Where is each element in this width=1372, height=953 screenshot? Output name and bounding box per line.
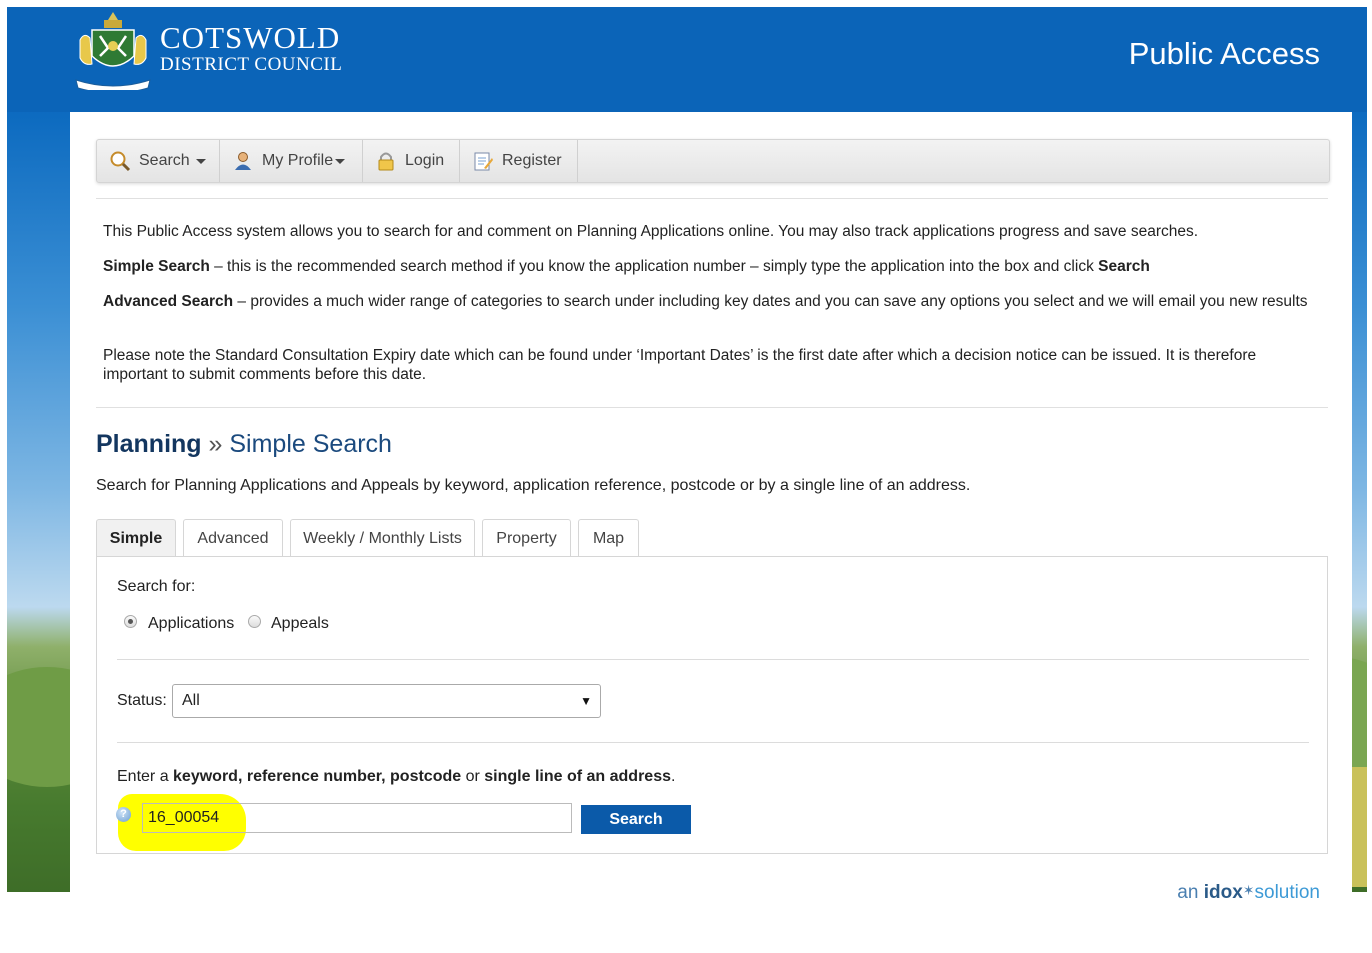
intro-p2-text: – this is the recommended search method …: [209, 258, 1099, 275]
radio-appeals-label[interactable]: Appeals: [271, 615, 329, 633]
nav-search[interactable]: Search: [97, 140, 220, 182]
nav-register[interactable]: Register: [460, 140, 578, 182]
register-form-icon: [474, 152, 493, 171]
status-select[interactable]: All ▼: [172, 684, 601, 718]
kw-end: .: [670, 768, 676, 785]
intro-paragraph-2: Simple Search – this is the recommended …: [103, 257, 1313, 276]
council-crest-logo[interactable]: [74, 10, 152, 94]
nav-register-label: Register: [502, 152, 562, 169]
kw-prefix: Enter a: [117, 768, 174, 785]
intro-paragraph-3: Advanced Search – provides a much wider …: [103, 292, 1313, 311]
status-label: Status:: [117, 692, 167, 709]
radio-applications[interactable]: [124, 615, 137, 628]
advanced-search-term: Advanced Search: [103, 293, 234, 310]
nav-login[interactable]: Login: [363, 140, 460, 182]
divider: [117, 742, 1309, 743]
radio-appeals[interactable]: [248, 615, 261, 628]
search-button[interactable]: Search: [581, 805, 691, 834]
tab-property[interactable]: Property: [482, 519, 571, 557]
padlock-icon: [378, 152, 394, 171]
page-description: Search for Planning Applications and App…: [96, 477, 971, 494]
radio-applications-label[interactable]: Applications: [148, 615, 234, 633]
breadcrumb-separator: »: [208, 430, 223, 458]
simple-search-term: Simple Search: [103, 258, 210, 275]
nav-my-profile[interactable]: My Profile: [220, 140, 363, 182]
divider: [96, 407, 1328, 408]
tab-simple[interactable]: Simple: [96, 519, 176, 557]
idox-an: an: [1177, 882, 1204, 903]
search-term: Search: [1098, 258, 1150, 275]
dropdown-arrow-icon: ▼: [580, 694, 592, 708]
chevron-down-icon: [195, 158, 206, 164]
tab-advanced[interactable]: Advanced: [183, 519, 283, 557]
divider: [117, 659, 1309, 660]
simple-search-form: Search for: Applications Appeals Status:…: [96, 556, 1328, 854]
keyword-instructions: Enter a keyword, reference number, postc…: [117, 768, 675, 786]
kw-comma-1: ,: [237, 768, 247, 785]
tab-weekly-monthly-lists[interactable]: Weekly / Monthly Lists: [290, 519, 475, 557]
kw-or: or: [461, 768, 485, 785]
idox-solution: solution: [1254, 882, 1321, 903]
chevron-down-icon: [335, 158, 346, 164]
intro-paragraph-4: Please note the Standard Consultation Ex…: [103, 347, 1257, 383]
magnifier-icon: [110, 151, 131, 172]
search-for-label: Search for:: [117, 578, 196, 595]
top-navigation: Search My Profile Login Register: [96, 139, 1330, 183]
idox-footer-logo[interactable]: an idox✶solution: [1177, 882, 1320, 904]
breadcrumb-simple-search: Simple Search: [229, 430, 392, 458]
kw-single-line: single line of an address: [484, 768, 671, 785]
user-icon: [235, 152, 251, 170]
kw-comma-2: ,: [381, 768, 391, 785]
idox-name: idox: [1203, 882, 1243, 903]
site-title: Public Access: [1128, 36, 1320, 71]
page-title: Planning » Simple Search: [96, 430, 392, 459]
idox-star-icon: ✶: [1242, 882, 1255, 898]
breadcrumb-planning[interactable]: Planning: [96, 430, 202, 458]
divider: [96, 198, 1328, 199]
keyword-search-input[interactable]: 16_00054: [142, 803, 572, 833]
nav-login-label: Login: [405, 152, 445, 169]
intro-paragraph-1: This Public Access system allows you to …: [103, 223, 1199, 240]
kw-reference-number: reference number: [246, 768, 382, 785]
brand-name: COTSWOLD: [160, 20, 341, 55]
help-icon[interactable]: ?: [116, 807, 131, 822]
main-panel: Search My Profile Login Register This Pu…: [70, 112, 1352, 953]
tab-map[interactable]: Map: [578, 519, 639, 557]
council-brand[interactable]: COTSWOLD DISTRICT COUNCIL: [160, 22, 342, 76]
nav-search-label: Search: [139, 152, 190, 169]
kw-postcode: postcode: [390, 768, 462, 785]
brand-subtitle: DISTRICT COUNCIL: [160, 54, 343, 75]
kw-keyword: keyword: [173, 768, 238, 785]
nav-my-profile-label: My Profile: [262, 152, 334, 169]
intro-p3-text: – provides a much wider range of categor…: [233, 293, 1308, 310]
status-select-value: All: [182, 692, 200, 709]
